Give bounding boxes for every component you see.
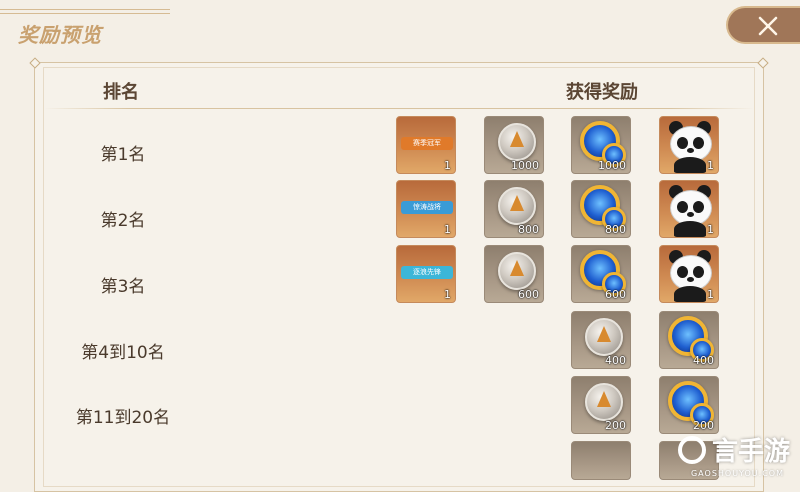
header-divider xyxy=(44,108,754,109)
column-header-rank: 排名 xyxy=(103,82,139,103)
reward-item-silver-coin[interactable]: 1000 xyxy=(484,116,544,174)
close-button[interactable] xyxy=(726,6,800,44)
reward-item-silver-coin[interactable] xyxy=(571,441,631,480)
page-title: 奖励预览 xyxy=(18,23,102,47)
rank-label: 第2名 xyxy=(100,211,146,231)
reward-item-gem[interactable]: 800 xyxy=(571,180,631,238)
banner-icon: 逐浪先锋 xyxy=(401,266,453,279)
reward-item-gem[interactable]: 600 xyxy=(571,245,631,303)
rank-label: 第3名 xyxy=(100,277,146,297)
reward-count: 800 xyxy=(605,223,626,236)
reward-count: 1 xyxy=(707,159,714,172)
reward-count: 1 xyxy=(707,288,714,301)
panda-icon xyxy=(668,185,712,237)
banner-icon: 赛季冠军 xyxy=(401,137,453,150)
rank-label: 第4到10名 xyxy=(81,343,165,363)
panda-icon xyxy=(668,121,712,173)
reward-item-title-banner[interactable]: 惊涛战将 1 xyxy=(396,180,456,238)
rank-label: 第11到20名 xyxy=(75,408,171,428)
reward-item-silver-coin[interactable]: 800 xyxy=(484,180,544,238)
close-icon xyxy=(758,16,778,36)
banner-icon: 惊涛战将 xyxy=(401,201,453,214)
reward-count: 1 xyxy=(707,223,714,236)
reward-item-panda[interactable]: 1 xyxy=(659,245,719,303)
reward-item-title-banner[interactable]: 逐浪先锋 1 xyxy=(396,245,456,303)
reward-count: 1000 xyxy=(598,159,626,172)
reward-count: 200 xyxy=(605,419,626,432)
reward-item-gem[interactable]: 1000 xyxy=(571,116,631,174)
reward-item-silver-coin[interactable]: 400 xyxy=(571,311,631,369)
reward-count: 600 xyxy=(605,288,626,301)
reward-item-panda[interactable]: 1 xyxy=(659,180,719,238)
silver-coin-icon xyxy=(585,383,623,421)
reward-item-gem[interactable]: 200 xyxy=(659,376,719,434)
reward-item-panda[interactable]: 1 xyxy=(659,116,719,174)
reward-item-silver-coin[interactable]: 600 xyxy=(484,245,544,303)
reward-count: 1 xyxy=(444,159,451,172)
reward-item-silver-coin[interactable]: 200 xyxy=(571,376,631,434)
reward-count: 400 xyxy=(693,354,714,367)
watermark: 言手游 xyxy=(677,431,790,468)
title-bar: 奖励预览 xyxy=(0,0,800,52)
reward-item-title-banner[interactable]: 赛季冠军 1 xyxy=(396,116,456,174)
title-decoration xyxy=(0,9,170,17)
column-header-reward: 获得奖励 xyxy=(566,82,638,103)
rank-label: 第1名 xyxy=(100,145,146,165)
reward-item-gem[interactable]: 400 xyxy=(659,311,719,369)
reward-count: 400 xyxy=(605,354,626,367)
reward-count: 1000 xyxy=(511,159,539,172)
silver-coin-icon xyxy=(498,187,536,225)
reward-count: 1 xyxy=(444,288,451,301)
silver-coin-icon xyxy=(498,123,536,161)
watermark-url: GAOSHOUYOU.COM xyxy=(690,469,784,478)
panda-icon xyxy=(668,250,712,302)
reward-count: 1 xyxy=(444,223,451,236)
silver-coin-icon xyxy=(585,318,623,356)
reward-count: 600 xyxy=(518,288,539,301)
reward-count: 800 xyxy=(518,223,539,236)
silver-coin-icon xyxy=(498,252,536,290)
watermark-logo-icon xyxy=(677,435,706,464)
